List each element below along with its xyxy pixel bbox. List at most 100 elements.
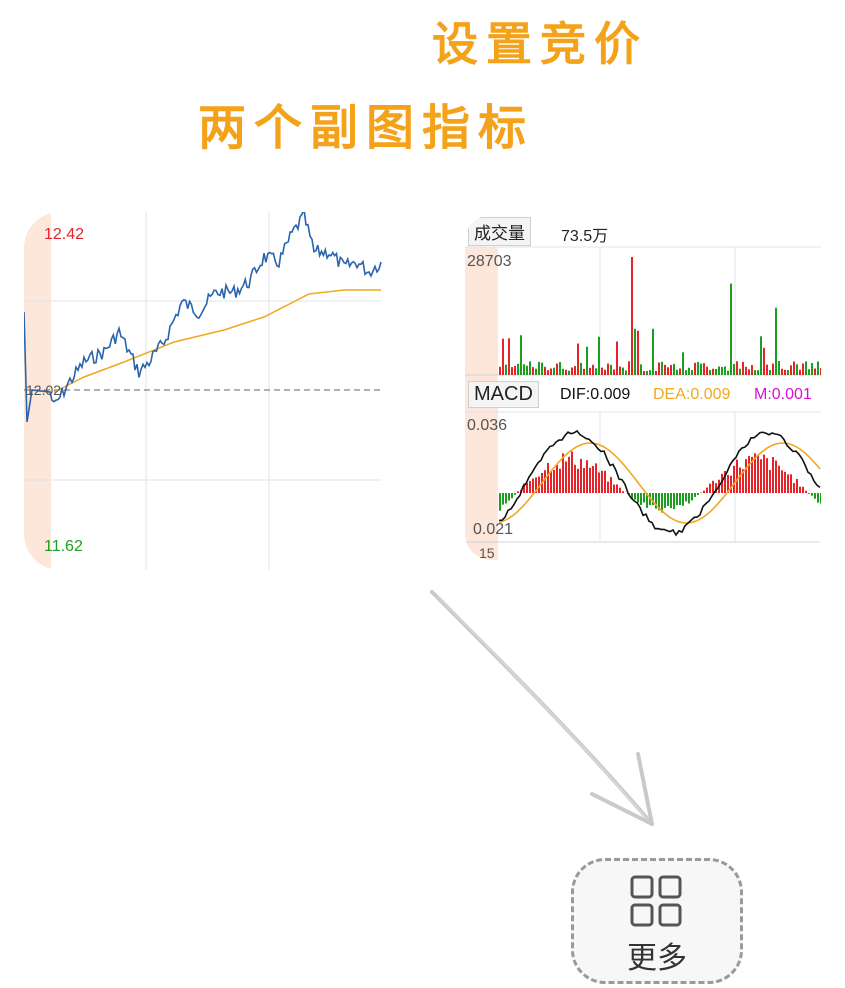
macd-bar xyxy=(706,487,708,493)
volume-bar xyxy=(733,363,735,375)
macd-bar xyxy=(817,493,819,503)
macd-bar xyxy=(811,493,813,496)
volume-bar xyxy=(781,368,783,375)
macd-bar xyxy=(778,465,780,493)
title-heading: 设置竞价 xyxy=(432,17,648,71)
volume-bar xyxy=(805,361,807,375)
macd-max-label: 0.036 xyxy=(467,417,508,434)
volume-bar xyxy=(592,364,594,375)
macd-bar xyxy=(640,493,642,505)
macd-bar xyxy=(691,493,693,501)
macd-bar xyxy=(802,486,804,493)
macd-bar xyxy=(712,480,714,493)
volume-bar xyxy=(517,363,519,375)
volume-bar xyxy=(580,362,582,375)
macd-bar xyxy=(679,493,681,506)
macd-bar xyxy=(799,486,801,493)
volume-bar xyxy=(754,370,756,375)
volume-bar xyxy=(673,363,675,375)
macd-bar xyxy=(568,456,570,493)
volume-bar xyxy=(622,367,624,375)
macd-bar xyxy=(781,470,783,493)
volume-bar xyxy=(538,361,540,375)
volume-bar xyxy=(769,370,771,375)
volume-bar xyxy=(526,365,528,375)
macd-bar xyxy=(787,474,789,493)
macd-bar xyxy=(736,459,738,493)
volume-bar xyxy=(814,368,816,375)
indicator-panel: 成交量 73.5万 28703 MACD DIF:0.009 DEA:0.009… xyxy=(465,215,821,560)
volume-bar xyxy=(634,328,636,375)
macd-bar xyxy=(502,493,504,505)
volume-bar xyxy=(790,365,792,375)
macd-bar xyxy=(643,493,645,503)
macd-bar xyxy=(622,491,624,493)
macd-bar xyxy=(808,493,810,494)
volume-bar xyxy=(547,370,549,375)
volume-bar xyxy=(712,368,714,375)
macd-bar xyxy=(517,491,519,493)
volume-bar xyxy=(625,370,627,375)
volume-bar xyxy=(550,368,552,375)
volume-bar xyxy=(778,361,780,375)
macd-bar xyxy=(667,493,669,506)
macd-bar xyxy=(583,468,585,493)
volume-tag[interactable]: 成交量 xyxy=(468,217,531,246)
macd-bar xyxy=(730,475,732,493)
volume-bar xyxy=(793,361,795,375)
macd-bar xyxy=(508,493,510,501)
macd-dif-label: DIF:0.009 xyxy=(560,386,631,403)
volume-bar xyxy=(535,368,537,375)
volume-bar xyxy=(697,362,699,375)
volume-bar xyxy=(709,369,711,375)
volume-bar xyxy=(637,330,639,375)
macd-tag[interactable]: MACD xyxy=(468,381,539,408)
volume-bar xyxy=(679,368,681,375)
volume-bar xyxy=(691,369,693,375)
volume-bar xyxy=(589,367,591,375)
macd-bar xyxy=(772,457,774,493)
macd-bar xyxy=(586,460,588,493)
macd-bar xyxy=(760,459,762,493)
volume-bar xyxy=(739,368,741,375)
macd-bar xyxy=(550,471,552,493)
volume-bar xyxy=(583,368,585,375)
volume-bar xyxy=(811,363,813,375)
macd-bar xyxy=(775,460,777,493)
volume-bar xyxy=(706,366,708,375)
macd-dea-label: DEA:0.009 xyxy=(653,386,731,403)
macd-bar xyxy=(670,493,672,509)
volume-bar xyxy=(658,362,660,375)
macd-bar xyxy=(634,493,636,500)
macd-bar xyxy=(529,480,531,493)
volume-bar xyxy=(682,352,684,375)
volume-bar xyxy=(670,365,672,375)
macd-bar xyxy=(610,477,612,493)
macd-bar xyxy=(607,481,609,493)
macd-bar xyxy=(739,467,741,493)
macd-bar xyxy=(748,455,750,493)
macd-bar xyxy=(763,454,765,493)
volume-bar xyxy=(559,361,561,375)
macd-bar xyxy=(820,493,821,504)
macd-bar xyxy=(790,474,792,493)
macd-bar xyxy=(769,470,771,493)
more-button[interactable]: 更多 xyxy=(571,858,743,984)
macd-bar xyxy=(598,472,600,493)
volume-bar xyxy=(655,370,657,375)
macd-bar xyxy=(673,493,675,510)
macd-bar xyxy=(805,490,807,493)
volume-bar xyxy=(724,366,726,375)
volume-bar xyxy=(523,364,525,375)
macd-bar xyxy=(577,468,579,493)
volume-bar xyxy=(520,335,522,375)
macd-bar xyxy=(766,458,768,493)
macd-bar xyxy=(709,483,711,493)
macd-bar xyxy=(784,471,786,493)
volume-bar xyxy=(796,364,798,375)
macd-bar xyxy=(688,493,690,504)
macd-bar xyxy=(565,461,567,493)
volume-bar xyxy=(703,363,705,375)
macd-bar xyxy=(613,484,615,493)
macd-bar xyxy=(499,493,501,511)
